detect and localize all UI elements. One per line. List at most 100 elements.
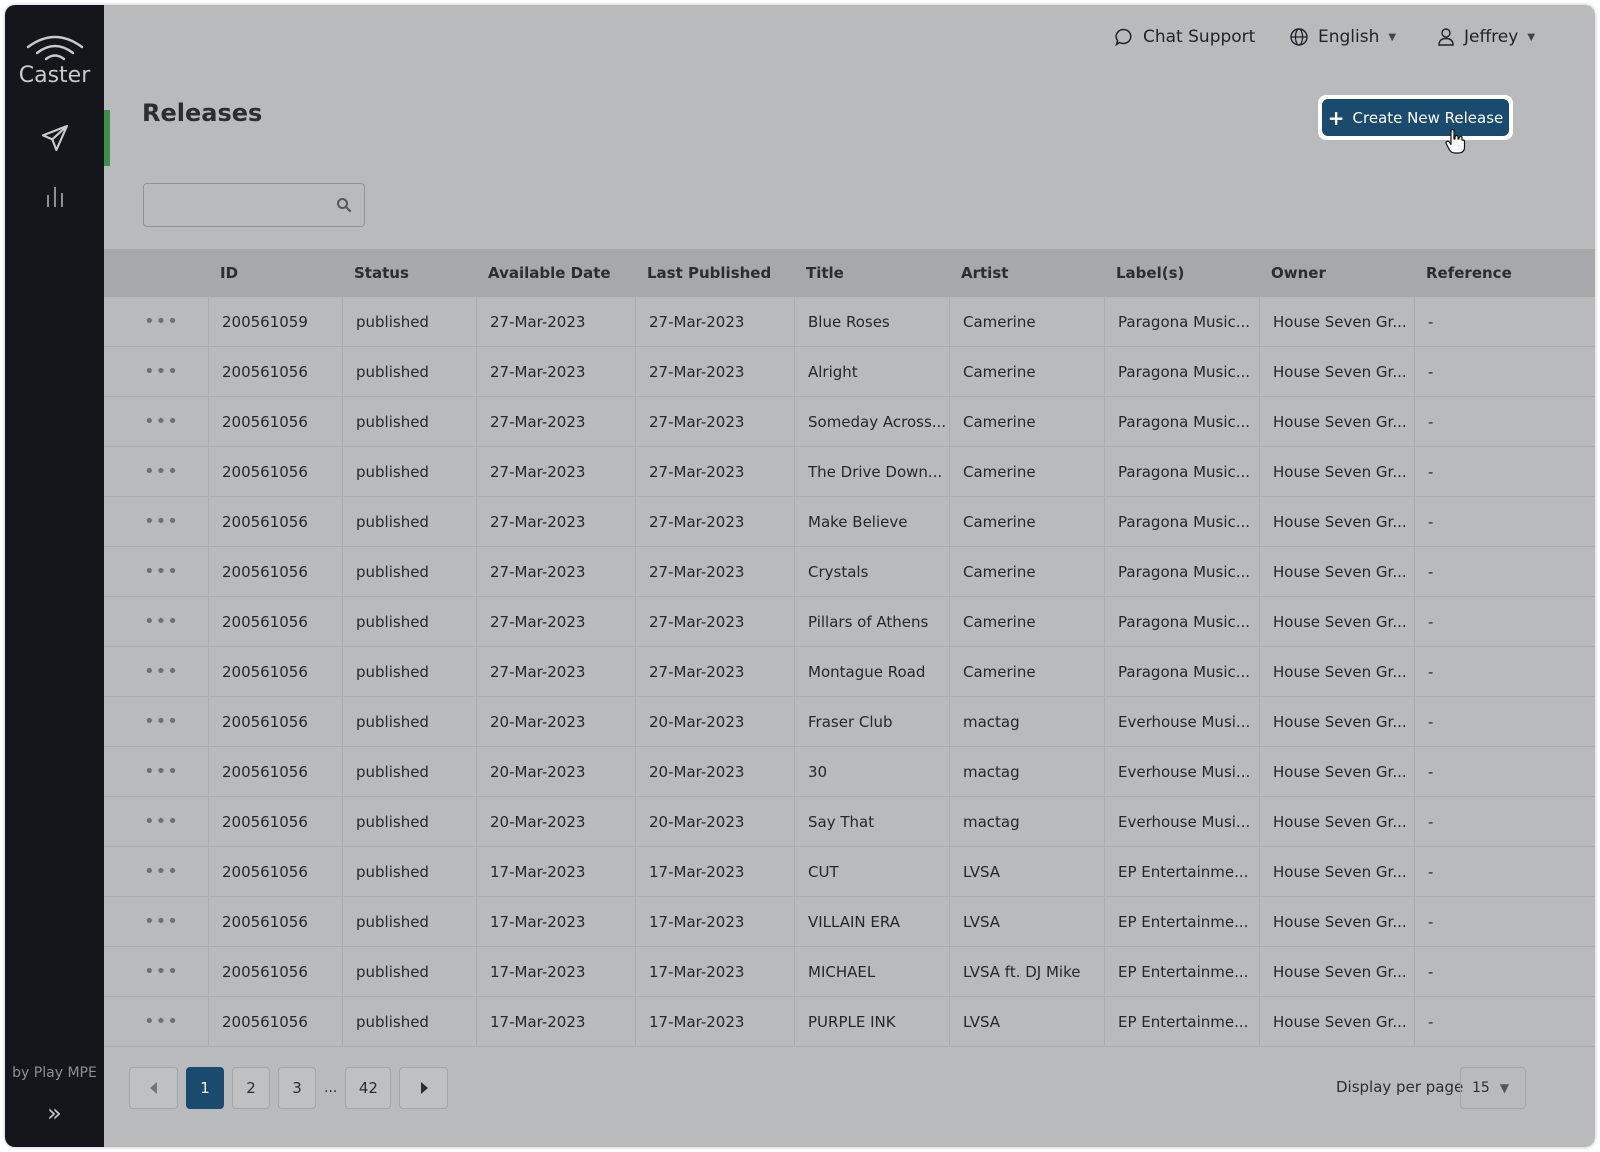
- sidebar-item-analytics[interactable]: [5, 168, 104, 224]
- column-header-owner[interactable]: Owner: [1260, 264, 1415, 282]
- create-button-body: + Create New Release: [1322, 99, 1509, 136]
- cell-labels: Paragona Music...: [1105, 447, 1260, 496]
- search-icon[interactable]: [336, 197, 352, 213]
- row-actions-menu[interactable]: •••: [104, 947, 209, 996]
- chat-support-label: Chat Support: [1143, 27, 1256, 47]
- cell-artist: Camerine: [950, 447, 1105, 496]
- cell-id: 200561056: [209, 797, 343, 846]
- row-actions-menu[interactable]: •••: [104, 647, 209, 696]
- row-actions-menu[interactable]: •••: [104, 797, 209, 846]
- cell-artist: LVSA: [950, 847, 1105, 896]
- cell-available-date: 27-Mar-2023: [477, 447, 636, 496]
- caret-down-icon: ▼: [1499, 1081, 1510, 1095]
- per-page-label: Display per page: [1336, 1078, 1464, 1096]
- column-header-id[interactable]: ID: [209, 264, 343, 282]
- create-new-release-button[interactable]: + Create New Release: [1318, 95, 1513, 140]
- cell-artist: LVSA: [950, 897, 1105, 946]
- row-actions-menu[interactable]: •••: [104, 397, 209, 446]
- cell-reference: -: [1428, 362, 1434, 381]
- cell-title: The Drive Down...: [795, 447, 950, 496]
- per-page-select[interactable]: 15 ▼: [1460, 1067, 1526, 1109]
- cell-status: published: [343, 647, 477, 696]
- page-button-2[interactable]: 2: [232, 1067, 270, 1109]
- table-row[interactable]: ••• 200561056 published 27-Mar-2023 27-Mar-2…: [104, 347, 1595, 397]
- cell-id: 200561056: [209, 397, 343, 446]
- cell-owner: House Seven Gr...: [1260, 747, 1415, 796]
- cell-id: 200561056: [209, 597, 343, 646]
- cell-reference: -: [1428, 412, 1434, 431]
- cell-id: 200561056: [209, 747, 343, 796]
- page-button-last[interactable]: 42: [345, 1067, 392, 1109]
- row-actions-menu[interactable]: •••: [104, 747, 209, 796]
- cell-last-published: 20-Mar-2023: [636, 797, 795, 846]
- page-button-1[interactable]: 1: [186, 1067, 224, 1109]
- table-row[interactable]: ••• 200561056 published 20-Mar-2023 20-Mar-2…: [104, 747, 1595, 797]
- cell-last-published: 27-Mar-2023: [636, 647, 795, 696]
- pagination-ellipsis: ...: [324, 1080, 338, 1096]
- cell-status: published: [343, 947, 477, 996]
- chat-support-link[interactable]: Chat Support: [1114, 27, 1255, 47]
- chat-bubble-icon: [1115, 28, 1132, 47]
- prev-page-button[interactable]: [129, 1067, 178, 1109]
- row-actions-menu[interactable]: •••: [104, 497, 209, 546]
- cell-id: 200561059: [209, 297, 343, 346]
- column-header-reference[interactable]: Reference: [1415, 264, 1555, 282]
- row-actions-menu[interactable]: •••: [104, 847, 209, 896]
- brand-logo[interactable]: Caster: [5, 31, 104, 88]
- table-row[interactable]: ••• 200561056 published 17-Mar-2023 17-Mar-2…: [104, 997, 1595, 1047]
- table-row[interactable]: ••• 200561056 published 27-Mar-2023 27-Mar-2…: [104, 397, 1595, 447]
- column-header-last-published[interactable]: Last Published: [636, 264, 795, 282]
- next-page-button[interactable]: [399, 1067, 449, 1109]
- column-header-labels[interactable]: Label(s): [1105, 264, 1260, 282]
- table-row[interactable]: ••• 200561056 published 27-Mar-2023 27-Mar-2…: [104, 647, 1595, 697]
- sidebar: Caster by Play MPE »: [5, 5, 110, 1147]
- row-actions-menu[interactable]: •••: [104, 697, 209, 746]
- row-actions-menu[interactable]: •••: [104, 347, 209, 396]
- cell-title: Fraser Club: [795, 697, 950, 746]
- column-header-available-date[interactable]: Available Date: [477, 264, 636, 282]
- cell-title: Say That: [795, 797, 950, 846]
- row-actions-menu[interactable]: •••: [104, 897, 209, 946]
- cell-labels: Paragona Music...: [1105, 297, 1260, 346]
- cell-labels: EP Entertainme...: [1105, 947, 1260, 996]
- cell-available-date: 17-Mar-2023: [477, 897, 636, 946]
- page-button-3[interactable]: 3: [278, 1067, 316, 1109]
- sidebar-item-releases[interactable]: [5, 110, 110, 166]
- cell-reference: -: [1428, 512, 1434, 531]
- cell-last-published: 27-Mar-2023: [636, 447, 795, 496]
- column-header-artist[interactable]: Artist: [950, 264, 1105, 282]
- cell-owner: House Seven Gr...: [1260, 447, 1415, 496]
- plus-icon: +: [1327, 105, 1345, 130]
- column-header-title[interactable]: Title: [795, 264, 950, 282]
- table-row[interactable]: ••• 200561059 published 27-Mar-2023 27-Mar-2…: [104, 297, 1595, 347]
- byline: by Play MPE: [12, 1065, 97, 1081]
- search-input[interactable]: [144, 184, 324, 226]
- row-actions-menu[interactable]: •••: [104, 297, 209, 346]
- cell-artist: Camerine: [950, 597, 1105, 646]
- row-actions-menu[interactable]: •••: [104, 997, 209, 1046]
- table-row[interactable]: ••• 200561056 published 27-Mar-2023 27-Mar-2…: [104, 597, 1595, 647]
- search-box: [143, 183, 365, 227]
- cell-owner: House Seven Gr...: [1260, 797, 1415, 846]
- table-row[interactable]: ••• 200561056 published 20-Mar-2023 20-Mar-2…: [104, 697, 1595, 747]
- cell-artist: LVSA ft. DJ Mike: [950, 947, 1105, 996]
- table-row[interactable]: ••• 200561056 published 20-Mar-2023 20-Mar-2…: [104, 797, 1595, 847]
- table-row[interactable]: ••• 200561056 published 17-Mar-2023 17-Mar-2…: [104, 847, 1595, 897]
- language-selector[interactable]: English ▼: [1289, 27, 1396, 47]
- expand-sidebar-icon[interactable]: »: [5, 1099, 104, 1127]
- row-actions-menu[interactable]: •••: [104, 447, 209, 496]
- table-row[interactable]: ••• 200561056 published 27-Mar-2023 27-Mar-2…: [104, 497, 1595, 547]
- table-row[interactable]: ••• 200561056 published 27-Mar-2023 27-Mar-2…: [104, 447, 1595, 497]
- table-row[interactable]: ••• 200561056 published 17-Mar-2023 17-Mar-2…: [104, 897, 1595, 947]
- cell-owner: House Seven Gr...: [1260, 397, 1415, 446]
- cell-available-date: 27-Mar-2023: [477, 297, 636, 346]
- cell-labels: Paragona Music...: [1105, 397, 1260, 446]
- column-header-status[interactable]: Status: [343, 264, 477, 282]
- cell-id: 200561056: [209, 647, 343, 696]
- table-row[interactable]: ••• 200561056 published 27-Mar-2023 27-Mar-2…: [104, 547, 1595, 597]
- user-menu[interactable]: Jeffrey ▼: [1437, 27, 1535, 47]
- row-actions-menu[interactable]: •••: [104, 547, 209, 596]
- cell-reference: -: [1428, 562, 1434, 581]
- row-actions-menu[interactable]: •••: [104, 597, 209, 646]
- table-row[interactable]: ••• 200561056 published 17-Mar-2023 17-Mar-2…: [104, 947, 1595, 997]
